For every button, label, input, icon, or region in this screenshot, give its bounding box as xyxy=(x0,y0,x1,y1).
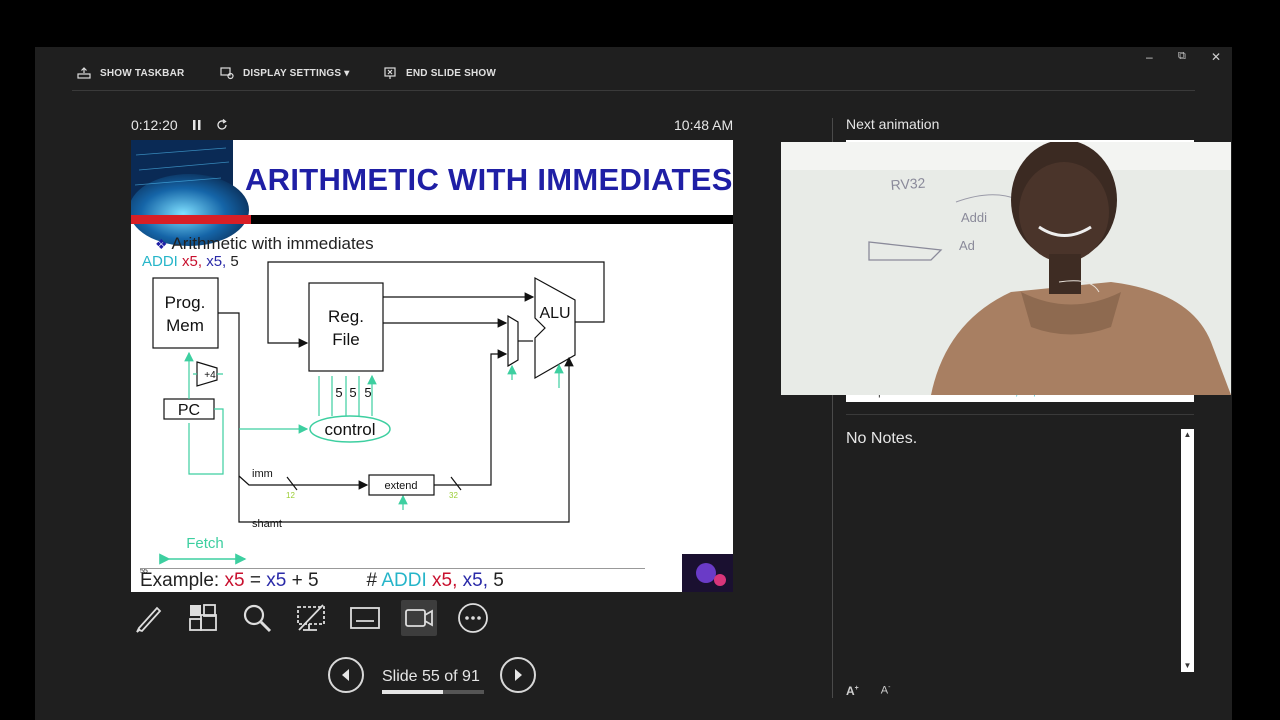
pointer-screen-icon xyxy=(297,604,325,631)
end-slide-show-label: END SLIDE SHOW xyxy=(406,67,497,79)
extend-label: extend xyxy=(384,480,417,492)
next-animation-label: Next animation xyxy=(846,116,940,132)
mux-block xyxy=(507,314,519,368)
control-label: control xyxy=(324,420,375,439)
zoom-button[interactable] xyxy=(239,600,275,636)
whiteboard-text-3: Ad xyxy=(959,238,975,253)
more-options-button[interactable] xyxy=(455,600,491,636)
see-all-slides-button[interactable] xyxy=(185,600,221,636)
shamt-label: shamt xyxy=(252,518,282,530)
show-taskbar-button[interactable]: SHOW TASKBAR xyxy=(76,66,184,80)
example-a: x5, xyxy=(426,570,458,591)
more-icon xyxy=(458,603,488,633)
example-eq: = xyxy=(244,570,267,591)
ext-width: 32 xyxy=(449,491,458,500)
whiteboard-text-2: Addi xyxy=(961,210,987,225)
slide-progress-bar xyxy=(382,690,484,694)
notes-divider[interactable] xyxy=(846,414,1194,415)
next-slide-button[interactable] xyxy=(500,657,536,693)
speaker-notes: No Notes. xyxy=(846,430,918,447)
current-time: 10:48 AM xyxy=(674,117,734,133)
code-line: ADDI x5, x5, 5 xyxy=(142,253,239,270)
reg-width-c: 5 xyxy=(364,385,371,400)
restore-button[interactable]: ⧉ xyxy=(1178,50,1186,63)
pause-icon[interactable] xyxy=(192,119,202,131)
bullet-text: Arithmetic with immediates xyxy=(171,234,374,253)
webcam-video: RV32 Addi Ad xyxy=(781,142,1231,395)
example-b: x5, xyxy=(457,570,488,591)
decrease-font-icon[interactable]: A- xyxy=(881,684,891,698)
example-label: Example: xyxy=(140,570,225,591)
example-op: ADDI xyxy=(381,570,427,591)
pointer-options-button[interactable] xyxy=(293,600,329,636)
show-taskbar-label: SHOW TASKBAR xyxy=(100,67,185,79)
slide-title: ARITHMETIC WITH IMMEDIATES xyxy=(245,162,733,197)
reg-file-label-1: Reg. xyxy=(328,307,364,326)
alu-label: ALU xyxy=(539,305,570,322)
example-line: Example: x5 = x5 + 5 # ADDI x5, x5, 5 xyxy=(140,570,504,592)
slides-grid-icon xyxy=(189,604,217,631)
example-c: 5 xyxy=(488,570,504,591)
end-show-icon xyxy=(384,67,396,79)
notes-font-controls: A+ A- xyxy=(846,684,890,698)
diamond-bullet-icon: ❖ xyxy=(155,236,172,252)
close-button[interactable]: ✕ xyxy=(1211,50,1221,64)
display-settings-button[interactable]: DISPLAY SETTINGS ▾ xyxy=(219,66,349,80)
code-imm: 5 xyxy=(230,253,239,270)
next-arrow-icon xyxy=(515,669,522,681)
display-settings-icon xyxy=(220,67,234,80)
example-plus: + 5 xyxy=(286,570,319,591)
prog-mem-label-1: Prog. xyxy=(165,293,206,312)
pen-icon xyxy=(136,606,162,633)
slide-timer: 0:12:20 xyxy=(131,117,228,133)
previous-arrow-icon xyxy=(342,669,349,681)
slide-graphics: Prog. Mem Reg. File ALU +4 PC control 5 … xyxy=(131,140,733,592)
previous-slide-button[interactable] xyxy=(328,657,364,693)
camera-toggle-button[interactable] xyxy=(401,600,437,636)
scroll-down-icon[interactable]: ▼ xyxy=(1181,660,1194,672)
camera-icon xyxy=(405,609,433,627)
presenter-toolbar: SHOW TASKBAR DISPLAY SETTINGS ▾ END SLID… xyxy=(72,62,1195,91)
end-slide-show-button[interactable]: END SLIDE SHOW xyxy=(382,66,496,80)
subtitles-icon xyxy=(350,607,380,629)
example-rhs: x5 xyxy=(266,570,287,591)
notes-scrollbar[interactable]: ▲ ▼ xyxy=(1181,429,1194,672)
zoom-icon xyxy=(243,604,272,633)
prog-mem-block xyxy=(152,277,219,349)
minimize-button[interactable]: – xyxy=(1146,50,1153,64)
fetch-label: Fetch xyxy=(186,535,224,552)
taskbar-icon xyxy=(77,67,91,79)
reg-file-block xyxy=(308,282,384,372)
reg-width-b: 5 xyxy=(349,385,356,400)
slide-counter: Slide 55 of 91 xyxy=(382,668,480,685)
slide-progress-fill xyxy=(382,690,444,694)
pen-tool-button[interactable] xyxy=(131,600,167,636)
imm-label: imm xyxy=(252,468,273,480)
example-lhs: x5 xyxy=(224,570,245,591)
code-op: ADDI xyxy=(142,253,178,270)
prog-mem-label-2: Mem xyxy=(166,316,204,335)
reg-width-a: 5 xyxy=(335,385,342,400)
slide-bullet: ❖ Arithmetic with immediates xyxy=(155,234,374,254)
reg-file-label-2: File xyxy=(332,330,359,349)
imm-width: 12 xyxy=(286,491,295,500)
presenter-tools xyxy=(131,600,491,636)
subtitles-button[interactable] xyxy=(347,600,383,636)
webcam-frame: RV32 Addi Ad xyxy=(781,142,1231,395)
scroll-up-icon[interactable]: ▲ xyxy=(1181,429,1194,441)
code-rs: x5, xyxy=(206,253,227,270)
reset-icon[interactable] xyxy=(216,119,228,131)
code-rd: x5, xyxy=(182,253,203,270)
whiteboard-text-1: RV32 xyxy=(890,175,926,193)
plus4-label: +4 xyxy=(204,370,216,381)
increase-font-icon[interactable]: A+ xyxy=(846,684,859,698)
elapsed-time: 0:12:20 xyxy=(131,117,178,133)
display-settings-label: DISPLAY SETTINGS ▾ xyxy=(243,67,350,79)
current-slide[interactable]: Prog. Mem Reg. File ALU +4 PC control 5 … xyxy=(131,140,733,592)
pc-label: PC xyxy=(178,402,200,419)
example-comment: # xyxy=(366,570,382,591)
